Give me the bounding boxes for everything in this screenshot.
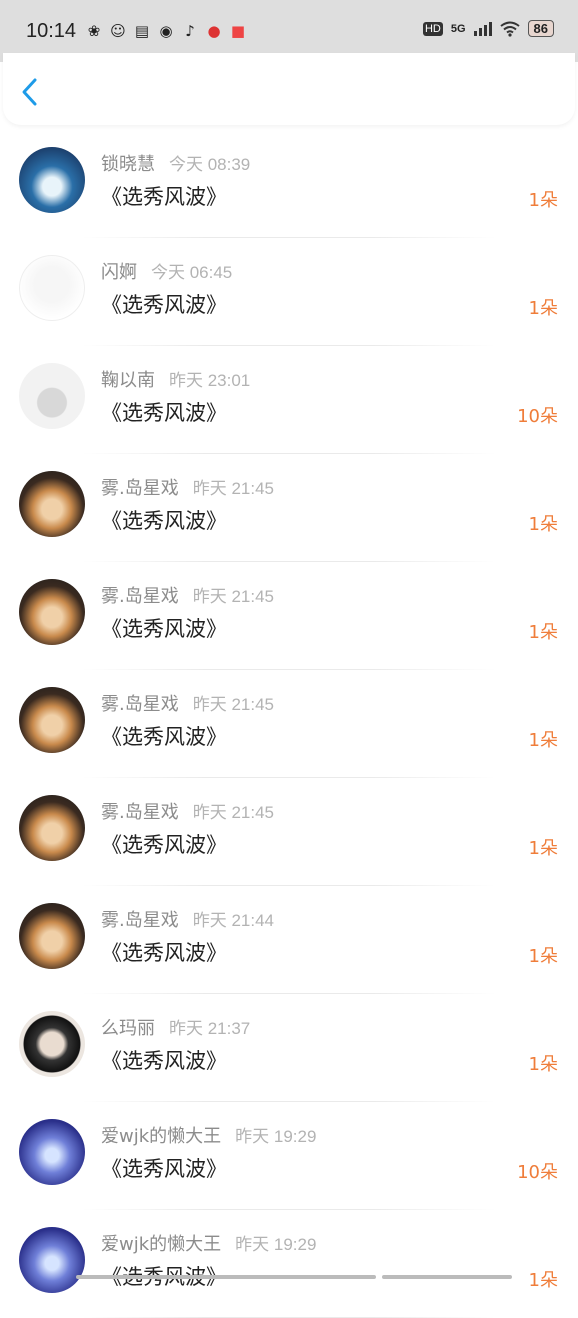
- work-title: 《选秀风波》: [101, 941, 227, 965]
- work-title: 《选秀风波》: [101, 509, 227, 533]
- avatar[interactable]: [19, 687, 85, 753]
- gift-record-list: 锁晓慧 今天 08:39 《选秀风波》 1朵 闪婀 今天 06:45 《选秀风波》 …: [0, 130, 578, 1318]
- list-item[interactable]: 爱wjk的懒大王 昨天 19:29 《选秀风波》 10朵: [0, 1102, 578, 1210]
- top-navigation-bar: [3, 53, 575, 125]
- flower-count: 1朵: [528, 946, 558, 967]
- work-title: 《选秀风波》: [101, 185, 227, 209]
- list-item[interactable]: 雾.岛星戏 昨天 21:45 《选秀风波》 1朵: [0, 454, 578, 562]
- work-title: 《选秀风波》: [101, 293, 227, 317]
- avatar[interactable]: [19, 363, 85, 429]
- timestamp: 昨天 21:45: [192, 479, 274, 498]
- work-title: 《选秀风波》: [101, 401, 227, 425]
- work-title: 《选秀风波》: [101, 617, 227, 641]
- timestamp: 昨天 19:29: [235, 1127, 317, 1146]
- avatar[interactable]: [19, 795, 85, 861]
- tiktok-icon: ♪: [185, 22, 195, 40]
- timestamp: 昨天 21:45: [192, 803, 274, 822]
- flower-count: 1朵: [528, 622, 558, 643]
- wechat-icon: ◉: [159, 22, 173, 40]
- avatar[interactable]: [19, 1119, 85, 1185]
- list-item[interactable]: 雾.岛星戏 昨天 21:44 《选秀风波》 1朵: [0, 886, 578, 994]
- app-icon: ☺: [110, 22, 126, 40]
- timestamp: 昨天 21:44: [192, 911, 274, 930]
- avatar[interactable]: [19, 471, 85, 537]
- avatar[interactable]: [19, 1227, 85, 1293]
- timestamp: 昨天 21:45: [192, 587, 274, 606]
- avatar[interactable]: [19, 579, 85, 645]
- flower-count: 1朵: [528, 838, 558, 859]
- flower-count: 1朵: [528, 514, 558, 535]
- sender-name: 雾.岛星戏 昨天 21:45: [101, 478, 274, 499]
- avatar[interactable]: [19, 903, 85, 969]
- avatar[interactable]: [19, 1011, 85, 1077]
- battery-indicator: 86: [527, 20, 554, 37]
- list-item[interactable]: 雾.岛星戏 昨天 21:45 《选秀风波》 1朵: [0, 778, 578, 886]
- timestamp: 昨天 23:01: [169, 371, 251, 390]
- timestamp: 今天 08:39: [169, 155, 251, 174]
- flower-count: 1朵: [528, 1054, 558, 1075]
- sender-name: 鞠以南 昨天 23:01: [101, 370, 251, 391]
- sender-name: 雾.岛星戏 昨天 21:45: [101, 694, 274, 715]
- timestamp: 昨天 21:37: [169, 1019, 251, 1038]
- hd-icon: HD: [422, 21, 443, 36]
- flower-count: 1朵: [528, 190, 558, 211]
- sender-name: 么玛丽 昨天 21:37: [101, 1018, 251, 1039]
- list-item[interactable]: 雾.岛星戏 昨天 21:45 《选秀风波》 1朵: [0, 562, 578, 670]
- calendar-icon: ▤: [134, 22, 150, 40]
- sender-name: 锁晓慧 今天 08:39: [101, 154, 251, 175]
- app-icon: ●: [207, 22, 221, 40]
- home-indicator: [76, 1275, 512, 1279]
- work-title: 《选秀风波》: [101, 725, 227, 749]
- network-label: 5G: [450, 22, 466, 35]
- sender-name: 雾.岛星戏 昨天 21:45: [101, 802, 274, 823]
- status-time: 10:14: [26, 20, 77, 42]
- sender-name: 爱wjk的懒大王 昨天 19:29: [101, 1126, 317, 1147]
- notification-icons: ❀ ☺ ▤ ◉ ♪ ● ■: [84, 21, 248, 41]
- list-item[interactable]: 么玛丽 昨天 21:37 《选秀风波》 1朵: [0, 994, 578, 1102]
- sender-name: 雾.岛星戏 昨天 21:45: [101, 586, 274, 607]
- work-title: 《选秀风波》: [101, 833, 227, 857]
- signal-icon: [473, 21, 492, 36]
- wifi-icon: [499, 21, 520, 37]
- avatar[interactable]: [19, 255, 85, 321]
- sender-name: 闪婀 今天 06:45: [101, 262, 233, 283]
- app-icon: ■: [230, 22, 246, 40]
- flower-count: 10朵: [517, 406, 558, 427]
- flower-count: 1朵: [528, 730, 558, 751]
- status-right: HD 5G 86: [422, 20, 554, 37]
- app-icon: ❀: [87, 22, 101, 40]
- flower-count: 1朵: [528, 1270, 558, 1291]
- flower-count: 10朵: [517, 1162, 558, 1183]
- list-item[interactable]: 爱wjk的懒大王 昨天 19:29 《选秀风波》 1朵: [0, 1210, 578, 1318]
- list-item[interactable]: 闪婀 今天 06:45 《选秀风波》 1朵: [0, 238, 578, 346]
- avatar[interactable]: [19, 147, 85, 213]
- list-item[interactable]: 鞠以南 昨天 23:01 《选秀风波》 10朵: [0, 346, 578, 454]
- work-title: 《选秀风波》: [101, 1157, 227, 1181]
- list-item[interactable]: 锁晓慧 今天 08:39 《选秀风波》 1朵: [0, 130, 578, 238]
- sender-name: 爱wjk的懒大王 昨天 19:29: [101, 1234, 317, 1255]
- list-item[interactable]: 雾.岛星戏 昨天 21:45 《选秀风波》 1朵: [0, 670, 578, 778]
- timestamp: 昨天 19:29: [235, 1235, 317, 1254]
- flower-count: 1朵: [528, 298, 558, 319]
- chevron-left-icon[interactable]: [19, 77, 43, 107]
- timestamp: 今天 06:45: [151, 263, 233, 282]
- work-title: 《选秀风波》: [101, 1049, 227, 1073]
- timestamp: 昨天 21:45: [192, 695, 274, 714]
- sender-name: 雾.岛星戏 昨天 21:44: [101, 910, 274, 931]
